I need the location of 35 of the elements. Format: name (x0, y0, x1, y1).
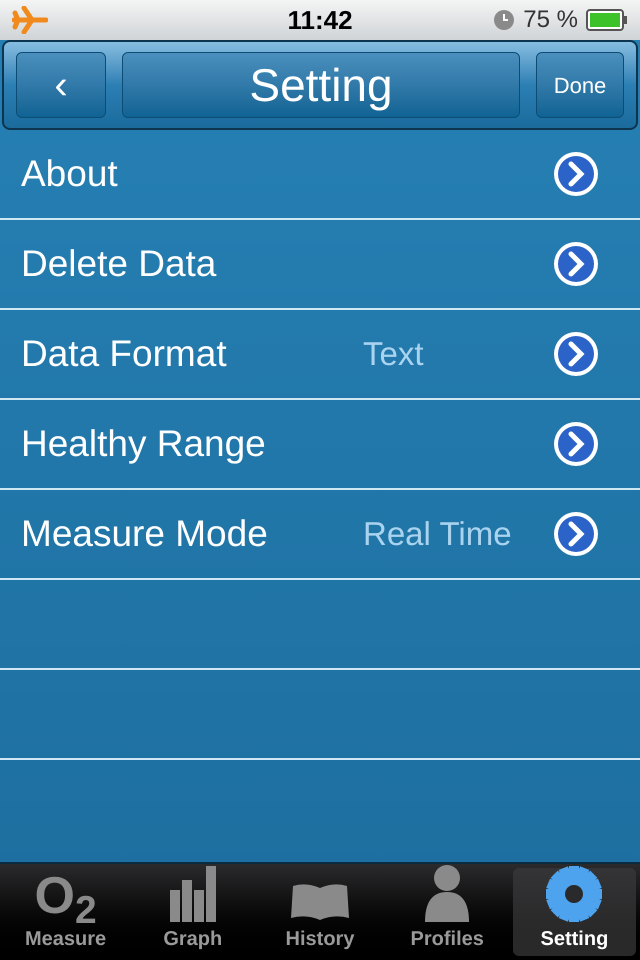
oxygen-icon: O$_{2}$ (34, 870, 97, 922)
tab-button[interactable]: Graph (131, 868, 254, 956)
battery-icon (586, 9, 628, 31)
settings-row[interactable]: Data Format Text (0, 310, 640, 400)
open-book-icon (291, 882, 349, 922)
person-icon (423, 864, 472, 922)
row-label: About (21, 152, 119, 196)
chevron-circle-icon (552, 150, 600, 198)
row-label: Healthy Range (21, 422, 267, 466)
settings-row[interactable]: Measure Mode Real Time (0, 490, 640, 580)
settings-row[interactable]: About (0, 130, 640, 220)
clock-time: 11:42 (287, 4, 353, 36)
done-button[interactable]: Done (536, 52, 624, 118)
tab-button[interactable]: Profiles (386, 868, 509, 956)
row-value: Text (363, 334, 425, 374)
airplane-icon (12, 6, 48, 34)
row-label: Measure Mode (21, 512, 269, 556)
chevron-circle-icon (552, 510, 600, 558)
chevron-circle-icon (552, 240, 600, 288)
settings-row[interactable]: Healthy Range (0, 400, 640, 490)
alarm-clock-icon (493, 9, 516, 31)
settings-icon (546, 866, 602, 922)
tab-button[interactable]: Setting (512, 868, 636, 956)
row-label: Data Format (21, 332, 228, 376)
tab-button[interactable]: History (258, 868, 382, 956)
chevron-circle-icon (552, 420, 600, 468)
row-label: Delete Data (21, 242, 218, 286)
row-value: Real Time (363, 514, 513, 554)
settings-row[interactable]: Delete Data (0, 220, 640, 310)
battery-percent: 75 % (523, 5, 578, 35)
chevron-circle-icon (552, 330, 600, 378)
screen-title: Setting (122, 52, 520, 118)
back-button[interactable]: ‹ (16, 52, 106, 118)
bar-chart-icon (170, 866, 216, 922)
tab-button[interactable]: O$_{2}$ Measure (4, 868, 128, 956)
